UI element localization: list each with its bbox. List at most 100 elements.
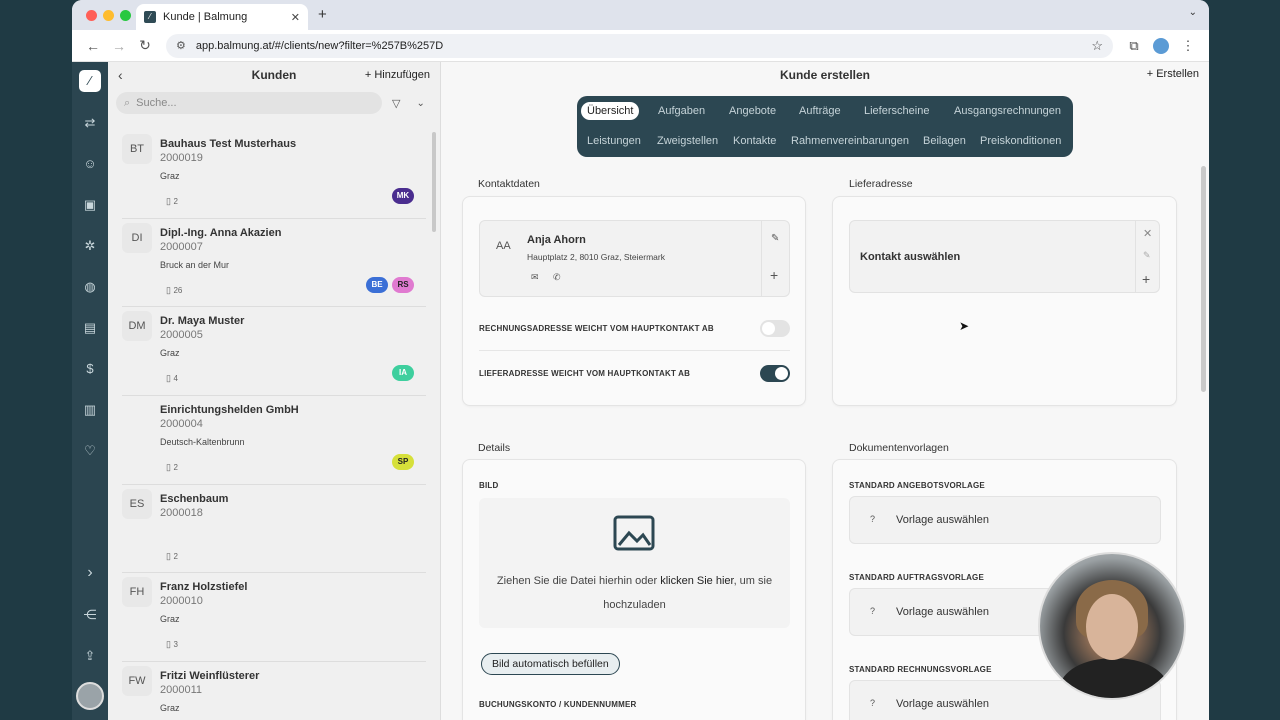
reload-icon[interactable]: ↻ — [132, 37, 158, 54]
dokumentenvorlagen-title: Dokumentenvorlagen — [849, 442, 949, 454]
upload-link[interactable]: klicken Sie hier — [660, 575, 733, 587]
tab-uebersicht[interactable]: Übersicht — [581, 102, 640, 120]
bookmark-star-icon[interactable]: ☆ — [1091, 38, 1103, 54]
client-list-item[interactable]: ES Eschenbaum 2000018 ▯ 2 — [122, 485, 426, 574]
assignee-badge[interactable]: BE — [366, 276, 388, 293]
book-icon[interactable]: ▤ — [72, 320, 108, 336]
kontaktdaten-card: AA Anja Ahorn Hauptplatz 2, 8010 Graz, S… — [462, 196, 806, 406]
share-icon[interactable]: ⋲ — [72, 607, 108, 623]
mail-icon[interactable]: ✉ — [531, 272, 539, 283]
contacts-icon[interactable]: ☺ — [72, 156, 108, 171]
assignee-badge[interactable]: IA — [392, 365, 414, 382]
new-tab-icon[interactable]: + — [318, 6, 327, 23]
url-text[interactable]: app.balmung.at/#/clients/new?filter=%257… — [196, 40, 1091, 52]
upload-icon[interactable]: ⇪ — [72, 648, 108, 664]
client-initials: DI — [122, 222, 152, 253]
sort-chevron-icon[interactable]: ⌄ — [416, 98, 424, 109]
phone-icon[interactable]: ✆ — [553, 272, 561, 283]
assignee-badge[interactable]: MK — [392, 188, 414, 204]
back-icon[interactable]: ← — [80, 38, 106, 54]
client-list-item[interactable]: DM Dr. Maya Muster 2000005 Graz ▯ 4 IA — [122, 307, 426, 397]
heart-icon[interactable]: ♡ — [72, 443, 108, 459]
section-tabs: Übersicht Aufgaben Angebote Aufträge Lie… — [577, 96, 1073, 157]
assignee-badge[interactable]: RS — [392, 276, 414, 293]
document-count: ▯ 2 — [166, 551, 178, 562]
rechnungsadresse-toggle[interactable] — [760, 320, 790, 337]
upload-instruction: Ziehen Sie die Datei hierhin oder klicke… — [479, 575, 790, 587]
close-window-button[interactable] — [86, 10, 97, 21]
image-dropzone[interactable]: Ziehen Sie die Datei hierhin oder klicke… — [479, 498, 790, 628]
create-label: Erstellen — [1156, 68, 1199, 80]
extensions-icon[interactable]: ⧉ — [1121, 38, 1147, 54]
tab-rahmenvereinbarungen[interactable]: Rahmenvereinbarungen — [791, 135, 909, 147]
clear-icon[interactable]: ✕ — [1143, 227, 1152, 240]
tab-lieferscheine[interactable]: Lieferscheine — [864, 105, 929, 117]
webcam-body — [1060, 658, 1168, 698]
user-avatar[interactable] — [76, 682, 104, 710]
browser-toolbar: ← → ↻ ⚙ app.balmung.at/#/clients/new?fil… — [72, 30, 1209, 62]
tab-ausgangsrechnungen[interactable]: Ausgangsrechnungen — [954, 105, 1061, 117]
minimize-window-button[interactable] — [103, 10, 114, 21]
angebotsvorlage-select[interactable]: ? Vorlage auswählen — [849, 496, 1161, 544]
create-button[interactable]: + Erstellen — [1147, 68, 1199, 80]
details-card: BILD Ziehen Sie die Datei hierhin oder k… — [462, 459, 806, 720]
image-placeholder-icon — [613, 515, 655, 551]
client-initials: DM — [122, 311, 152, 342]
chart-icon[interactable]: ▥ — [72, 402, 108, 418]
lieferadresse-toggle[interactable] — [760, 365, 790, 382]
routes-icon[interactable]: ⇄ — [72, 115, 108, 131]
forward-icon[interactable]: → — [106, 38, 132, 54]
help-icon: ? — [870, 698, 876, 708]
tab-close-icon[interactable]: ✕ — [291, 11, 300, 24]
vorlage-value: Vorlage auswählen — [896, 698, 989, 710]
edit-icon[interactable]: ✎ — [1143, 250, 1151, 261]
app-logo-icon[interactable]: ⁄ — [79, 70, 101, 92]
add-contact-icon[interactable]: + — [770, 267, 778, 283]
client-number: 2000010 — [160, 595, 203, 608]
search-input[interactable]: ⌕ Suche... — [116, 92, 382, 114]
tab-angebote[interactable]: Angebote — [729, 105, 776, 117]
delivery-actions: ✕ ✎ + — [1135, 221, 1159, 292]
collapse-chevron-icon[interactable]: ‹ — [118, 67, 138, 83]
address-bar[interactable]: ⚙ app.balmung.at/#/clients/new?filter=%2… — [166, 33, 1113, 58]
client-list-item[interactable]: DI Dipl.-Ing. Anna Akazien 2000007 Bruck an… — [122, 219, 426, 308]
list-scrollbar[interactable] — [432, 132, 436, 232]
browser-tab[interactable]: ⁄ Kunde | Balmung ✕ — [136, 4, 308, 30]
client-list-item[interactable]: FWFritzi Weinflüsterer2000011Graz▯ — [122, 662, 426, 720]
add-client-button[interactable]: + Hinzufügen — [365, 69, 430, 81]
browser-menu-icon[interactable]: ⋮ — [1175, 38, 1201, 54]
tab-kontakte[interactable]: Kontakte — [733, 135, 776, 147]
tab-preiskonditionen[interactable]: Preiskonditionen — [980, 135, 1061, 147]
client-list-item[interactable]: Einrichtungshelden GmbH 2000004 Deutsch-Ka… — [122, 396, 426, 485]
maximize-window-button[interactable] — [120, 10, 131, 21]
tab-auftraege[interactable]: Aufträge — [799, 105, 841, 117]
expand-chevron-icon[interactable]: › — [72, 564, 108, 582]
client-city: Graz — [160, 348, 180, 359]
help-icon: ? — [870, 606, 876, 616]
tab-beilagen[interactable]: Beilagen — [923, 135, 966, 147]
edit-contact-icon[interactable]: ✎ — [771, 233, 779, 244]
contact-select-card[interactable]: Kontakt auswählen ✕ ✎ + — [849, 220, 1160, 293]
assignee-badges: MK — [392, 188, 414, 204]
search-placeholder: Suche... — [136, 97, 177, 109]
dollar-icon[interactable]: $ — [72, 361, 108, 376]
auto-fill-button[interactable]: Bild automatisch befüllen — [481, 653, 620, 675]
globe-icon[interactable]: ◍ — [72, 279, 108, 295]
filter-icon[interactable]: ▽ — [392, 97, 400, 110]
network-icon[interactable]: ✲ — [72, 238, 108, 254]
bag-icon[interactable]: ▣ — [72, 197, 108, 213]
client-number: 2000005 — [160, 329, 203, 342]
tab-leistungen[interactable]: Leistungen — [587, 135, 641, 147]
main-scrollbar[interactable] — [1201, 166, 1206, 392]
profile-avatar[interactable] — [1153, 37, 1169, 54]
tab-aufgaben[interactable]: Aufgaben — [658, 105, 705, 117]
client-list-item[interactable]: BT Bauhaus Test Musterhaus 2000019 Graz ▯ 2 M… — [122, 130, 426, 219]
add-icon[interactable]: + — [1142, 271, 1150, 287]
client-list-item[interactable]: FH Franz Holzstiefel 2000010 Graz ▯ 3 — [122, 573, 426, 663]
site-info-icon[interactable]: ⚙ — [176, 39, 186, 52]
details-title: Details — [478, 442, 511, 454]
assignee-badge[interactable]: SP — [392, 454, 414, 471]
contact-initials: AA — [496, 240, 511, 252]
tab-zweigstellen[interactable]: Zweigstellen — [657, 135, 718, 147]
tab-search-chevron-icon[interactable]: ⌄ — [1189, 7, 1197, 18]
